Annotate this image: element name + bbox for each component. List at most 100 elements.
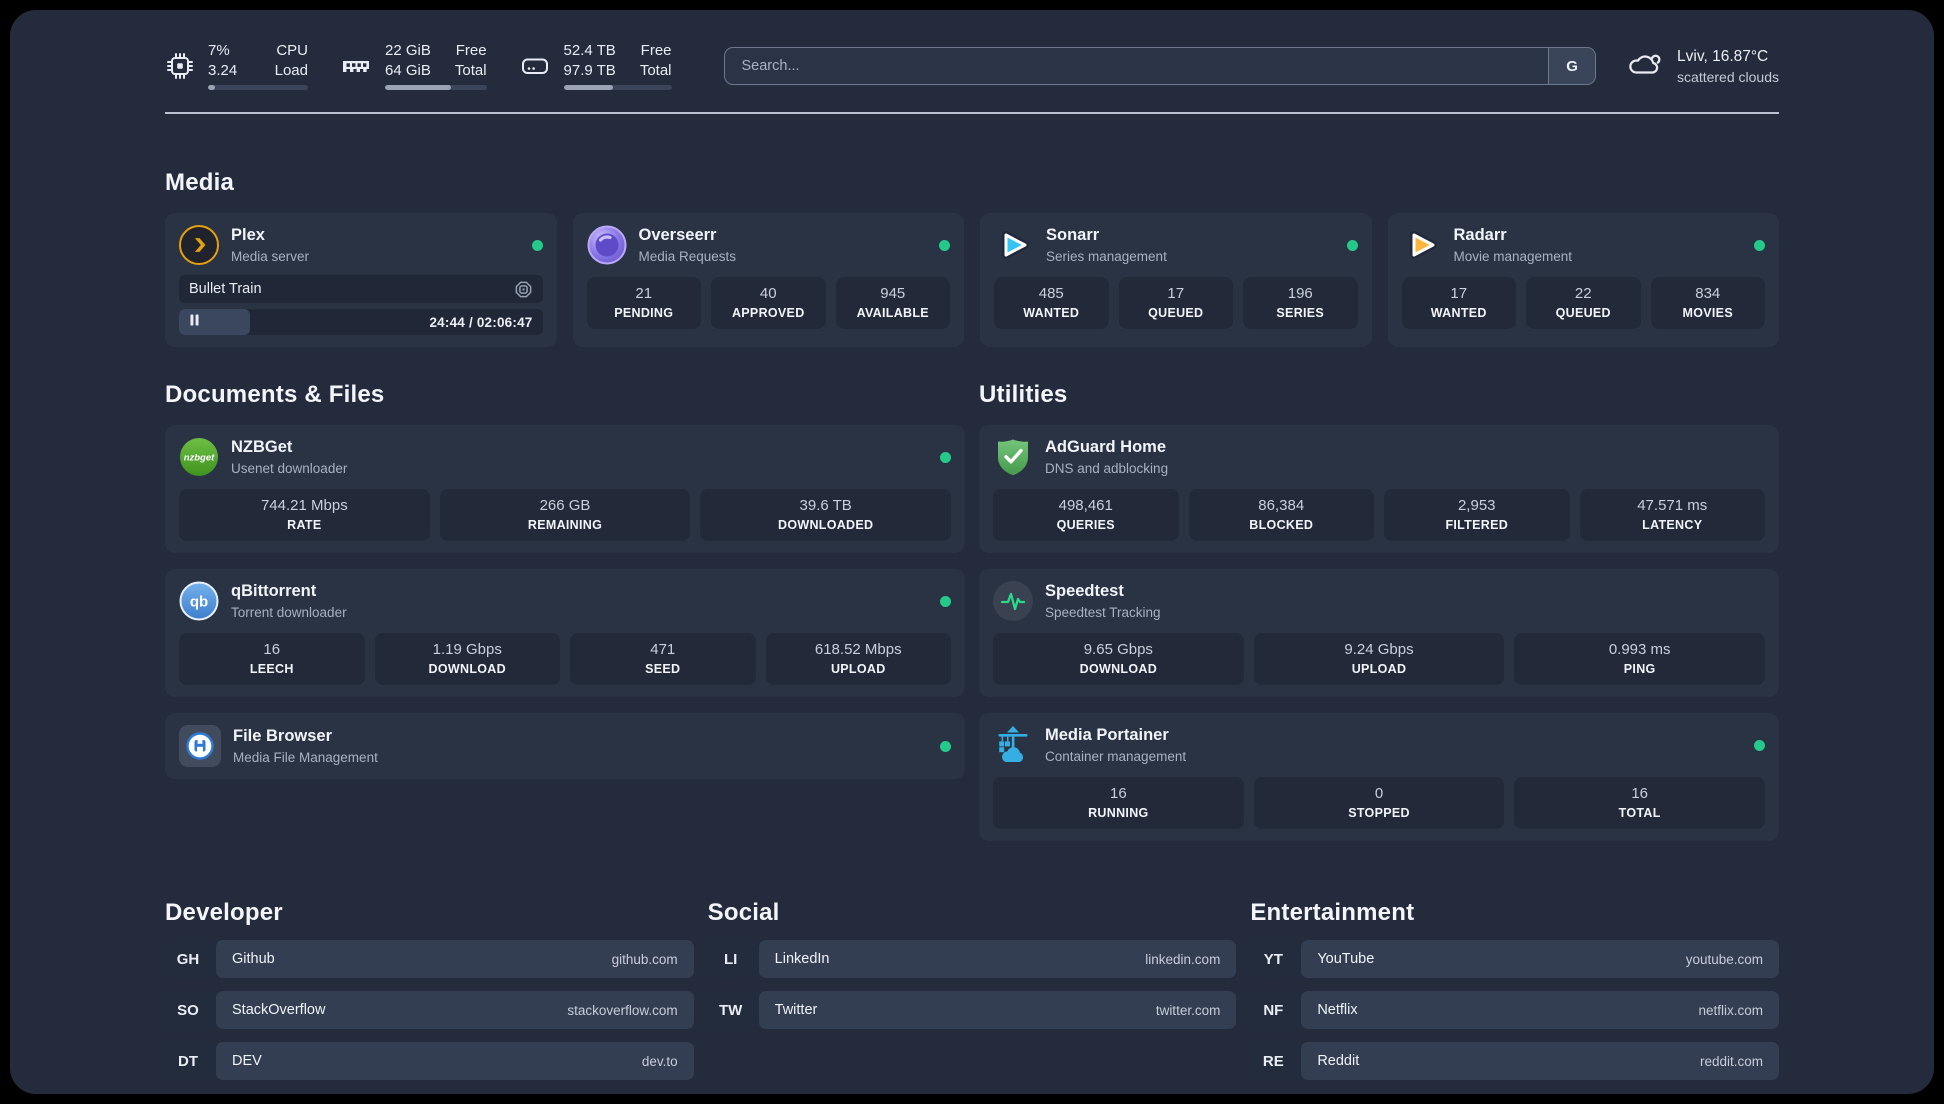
- dashboard-page: 7% 3.24 CPU Load 22 GiB 64 GiB Free Tota…: [10, 10, 1934, 1094]
- section-title-social: Social: [707, 899, 780, 926]
- section-developer: Developer GH Github github.com SO StackO…: [165, 899, 694, 1080]
- ram-progress-bar: [385, 85, 487, 91]
- bookmark-github[interactable]: GH Github github.com: [165, 940, 694, 978]
- header-divider: [165, 112, 1779, 114]
- bookmark-stackoverflow[interactable]: SO StackOverflow stackoverflow.com: [165, 991, 694, 1029]
- stat-tile: 834 MOVIES: [1650, 277, 1765, 329]
- section-title-entertainment: Entertainment: [1250, 899, 1415, 926]
- app-card-nzbget[interactable]: nzbget NZBGet Usenet downloader 744.21 M…: [165, 425, 965, 553]
- status-dot-online: [940, 740, 951, 752]
- stat-tile: 21 PENDING: [586, 277, 701, 329]
- app-name: Speedtest: [1045, 581, 1124, 600]
- video-session-icon: [514, 280, 533, 299]
- bookmark-twitter[interactable]: TW Twitter twitter.com: [707, 991, 1237, 1029]
- bookmark-abbr: GH: [165, 940, 211, 978]
- app-card-radarr[interactable]: Radarr Movie management 17 WANTED 22 QUE…: [1387, 213, 1779, 347]
- bookmark-abbr: TW: [707, 991, 754, 1029]
- app-card-plex[interactable]: Plex Media server Bullet Train 24:44 / 0…: [165, 213, 557, 347]
- stat-tile: 485 WANTED: [994, 277, 1109, 329]
- playback-progress-bar: 24:44 / 02:06:47: [179, 309, 543, 335]
- bookmark-reddit[interactable]: RE Reddit reddit.com: [1250, 1042, 1779, 1080]
- stat-tile: 39.6 TB DOWNLOADED: [700, 489, 952, 541]
- bookmark-abbr: RE: [1250, 1042, 1297, 1080]
- cpu-load-label: Load: [274, 62, 308, 79]
- app-card-portainer[interactable]: Media Portainer Container management 16 …: [979, 713, 1779, 841]
- app-card-adguard[interactable]: AdGuard Home DNS and adblocking 498,461 …: [979, 425, 1779, 553]
- bookmark-name: LinkedIn: [774, 951, 830, 967]
- stat-tile: 0 STOPPED: [1253, 777, 1505, 829]
- weather-location-temp: Lviv, 16.87°C: [1677, 47, 1769, 65]
- bookmark-name: Netflix: [1317, 1002, 1358, 1018]
- section-title-documents: Documents & Files: [165, 381, 385, 408]
- app-subtitle: DNS and adblocking: [1045, 460, 1169, 476]
- app-subtitle: Container management: [1045, 748, 1187, 764]
- bookmark-url: linkedin.com: [1145, 951, 1221, 967]
- stat-tile: 16 LEECH: [179, 633, 365, 685]
- section-title-media: Media: [165, 169, 235, 196]
- stat-tile: 47.571 ms LATENCY: [1579, 489, 1765, 541]
- bookmark-name: StackOverflow: [232, 1002, 326, 1018]
- bookmark-netflix[interactable]: NF Netflix netflix.com: [1250, 991, 1779, 1029]
- section-social: Social LI LinkedIn linkedin.com TW Twitt…: [707, 899, 1237, 1080]
- bookmark-name: Reddit: [1317, 1053, 1360, 1069]
- section-utilities: Utilities AdGuard Home DNS and adblockin…: [979, 381, 1779, 841]
- ram-resource-widget: 22 GiB 64 GiB Free Total: [340, 42, 487, 91]
- section-title-utilities: Utilities: [979, 381, 1068, 408]
- bookmark-youtube[interactable]: YT YouTube youtube.com: [1250, 940, 1779, 978]
- stat-tile: 266 GB REMAINING: [439, 489, 691, 541]
- app-subtitle: Torrent downloader: [231, 604, 347, 620]
- adguard-icon: [993, 437, 1033, 477]
- stat-tile: 471 SEED: [570, 633, 756, 685]
- top-bar: 7% 3.24 CPU Load 22 GiB 64 GiB Free Tota…: [165, 40, 1779, 92]
- speedtest-icon: [993, 581, 1033, 621]
- radarr-icon: [1402, 225, 1442, 265]
- cpu-label: CPU: [276, 41, 308, 59]
- now-playing-title: Bullet Train: [189, 281, 262, 297]
- plex-icon: [179, 225, 219, 265]
- section-media: Media Plex Media server Bullet Train 24:…: [165, 169, 1779, 347]
- app-card-speedtest[interactable]: Speedtest Speedtest Tracking 9.65 Gbps D…: [979, 569, 1779, 697]
- bookmark-abbr: LI: [707, 940, 754, 978]
- bookmark-url: twitter.com: [1155, 1002, 1221, 1018]
- bookmark-url: reddit.com: [1699, 1053, 1763, 1069]
- pause-icon[interactable]: [189, 313, 200, 331]
- search-engine-button[interactable]: G: [1548, 48, 1596, 84]
- stat-tile: 17 QUEUED: [1118, 277, 1233, 329]
- app-name: qBittorrent: [231, 581, 317, 600]
- filebrowser-icon: [179, 725, 221, 767]
- playback-time: 24:44 / 02:06:47: [429, 314, 533, 330]
- stat-tile: 945 AVAILABLE: [835, 277, 950, 329]
- app-card-qbittorrent[interactable]: qb qBittorrent Torrent downloader 16 LEE…: [165, 569, 965, 697]
- stat-tile: 1.19 Gbps DOWNLOAD: [374, 633, 560, 685]
- app-card-filebrowser[interactable]: File Browser Media File Management: [165, 713, 965, 779]
- qbittorrent-icon: qb: [179, 581, 219, 621]
- stat-tile: 744.21 Mbps RATE: [179, 489, 430, 541]
- app-subtitle: Speedtest Tracking: [1045, 604, 1161, 620]
- app-subtitle: Media server: [231, 248, 310, 264]
- bookmark-dev[interactable]: DT DEV dev.to: [165, 1042, 694, 1080]
- section-documents-files: Documents & Files nzbget NZBGet Usenet d…: [165, 381, 965, 779]
- cloud-icon: [1626, 48, 1664, 85]
- cpu-progress-fill: [208, 85, 215, 91]
- ram-free-label: Free: [455, 41, 487, 59]
- bookmark-abbr: SO: [165, 991, 211, 1029]
- search-input[interactable]: [724, 58, 1549, 74]
- section-title-developer: Developer: [165, 899, 283, 926]
- bookmark-url: github.com: [611, 951, 678, 967]
- bookmark-abbr: YT: [1250, 940, 1297, 978]
- ram-progress-fill: [385, 85, 451, 91]
- bookmark-linkedin[interactable]: LI LinkedIn linkedin.com: [707, 940, 1237, 978]
- sonarr-icon: [994, 225, 1034, 265]
- status-dot-online: [1346, 239, 1358, 251]
- svg-text:nzbget: nzbget: [184, 453, 215, 464]
- app-name: Media Portainer: [1045, 725, 1169, 744]
- cpu-resource-widget: 7% 3.24 CPU Load: [165, 42, 308, 91]
- stat-tile: 16 TOTAL: [1514, 777, 1766, 829]
- stat-tile: 196 SERIES: [1243, 277, 1358, 329]
- stat-tile: 2,953 FILTERED: [1384, 489, 1570, 541]
- stat-tile: 16 RUNNING: [993, 777, 1244, 829]
- app-name: Plex: [231, 225, 265, 244]
- stat-tile: 9.65 Gbps DOWNLOAD: [993, 633, 1244, 685]
- app-card-sonarr[interactable]: Sonarr Series management 485 WANTED 17 Q…: [980, 213, 1372, 347]
- app-card-overseerr[interactable]: Overseerr Media Requests 21 PENDING 40 A…: [572, 213, 964, 347]
